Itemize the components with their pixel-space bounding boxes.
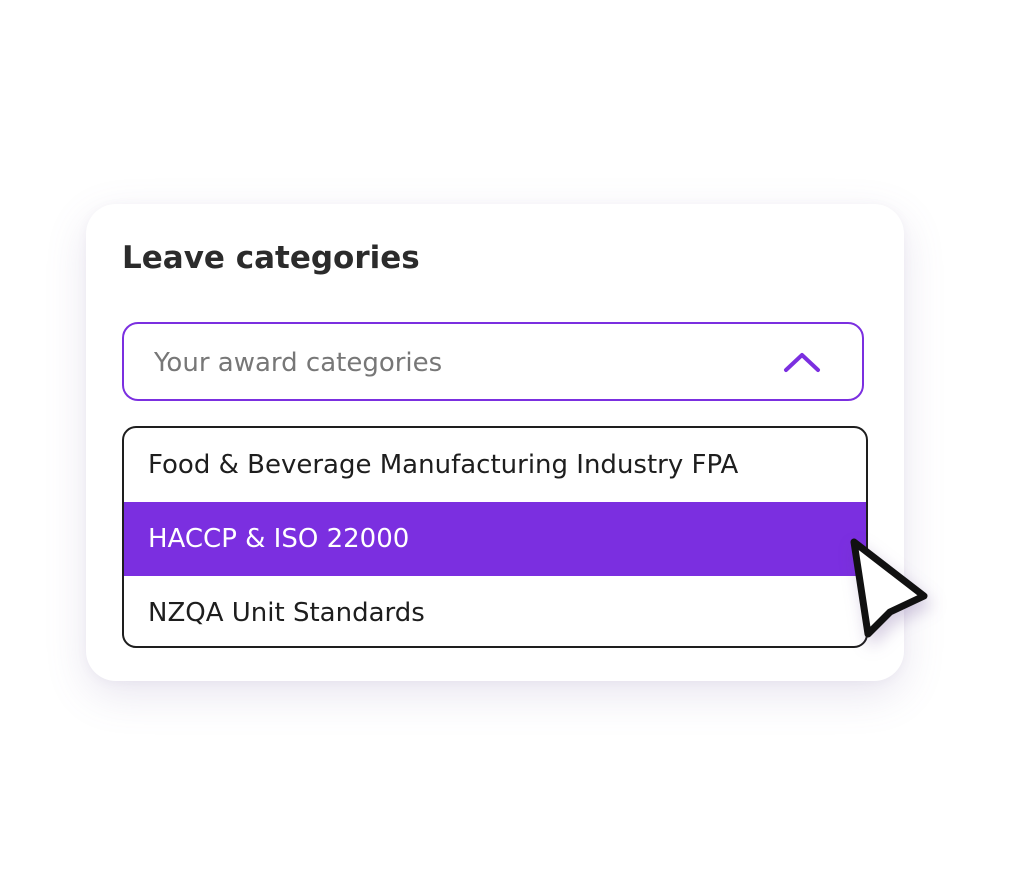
- mouse-pointer-icon: [850, 538, 928, 638]
- card-title: Leave categories: [122, 240, 420, 276]
- option-food-beverage-fpa[interactable]: Food & Beverage Manufacturing Industry F…: [124, 428, 866, 502]
- leave-categories-card: Leave categories Your award categories F…: [86, 204, 904, 681]
- chevron-up-icon[interactable]: [782, 350, 822, 374]
- option-haccp-iso-22000[interactable]: HACCP & ISO 22000: [124, 502, 866, 576]
- option-nzqa-unit-standards[interactable]: NZQA Unit Standards: [124, 576, 866, 646]
- select-placeholder: Your award categories: [154, 348, 443, 378]
- award-categories-select[interactable]: Your award categories: [122, 322, 864, 401]
- dropdown-options-list: Food & Beverage Manufacturing Industry F…: [122, 426, 868, 648]
